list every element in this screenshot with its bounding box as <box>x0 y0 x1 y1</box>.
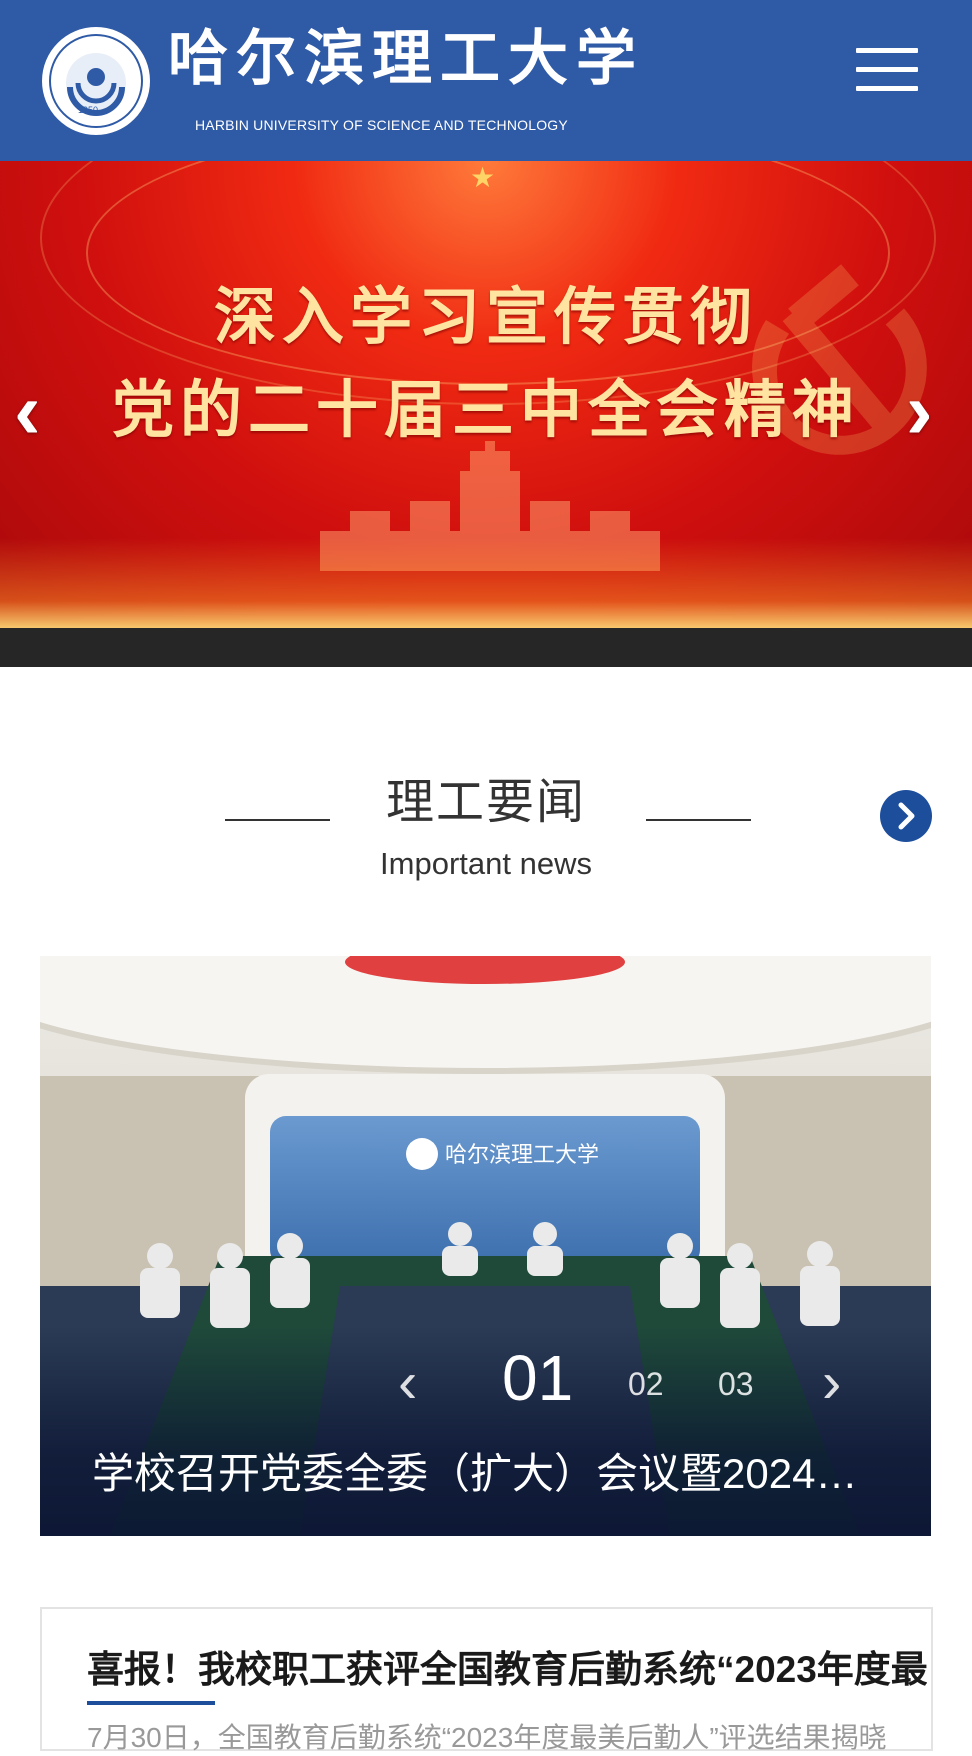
logo-subtitle: HARBIN UNIVERSITY OF SCIENCE AND TECHNOL… <box>195 117 568 133</box>
slide-page-01[interactable]: 01 <box>502 1341 573 1415</box>
section-subtitle: Important news <box>380 846 592 881</box>
banner-pagination-bar <box>0 628 972 667</box>
slide-next-button[interactable]: › <box>822 1354 841 1412</box>
news-slider[interactable]: 哈尔滨理工大学 ‹ 01 02 03 › 学校召开党委全委（扩大）会议暨2024… <box>40 956 931 1536</box>
logo-title[interactable]: 哈尔滨理工大学 <box>168 20 638 98</box>
university-emblem-icon[interactable]: 1950 <box>40 25 152 137</box>
banner-prev-button[interactable]: ‹ <box>14 371 41 451</box>
hero-banner[interactable]: ★ 深入学习宣传贯彻 党的二十届三中全会精神 ‹ › <box>0 161 972 628</box>
banner-next-button[interactable]: › <box>906 371 933 451</box>
slide-page-03[interactable]: 03 <box>718 1366 754 1403</box>
chevron-right-circle-icon <box>898 802 915 830</box>
title-divider-left <box>225 819 330 821</box>
backdrop-logo-text: 哈尔滨理工大学 <box>445 1143 599 1168</box>
slide-page-02[interactable]: 02 <box>628 1366 664 1403</box>
title-divider-right <box>646 819 751 821</box>
site-header: 1950 哈尔滨理工大学 HARBIN UNIVERSITY OF SCIENC… <box>0 0 972 161</box>
emblem-year: 1950 <box>78 105 98 115</box>
star-icon: ★ <box>470 162 496 193</box>
slide-caption[interactable]: 学校召开党委全委（扩大）会议暨2024年暑期工作会议 <box>92 1440 882 1501</box>
section-title: 理工要闻 <box>385 776 586 829</box>
title-underline <box>87 1701 215 1705</box>
menu-button[interactable] <box>852 46 920 96</box>
slide-prev-button[interactable]: ‹ <box>398 1354 417 1412</box>
more-news-button[interactable] <box>880 790 932 842</box>
news-card-summary: 7月30日，全国教育后勤系统“2023年度最美后勤人”评选结果揭晓 <box>87 1722 887 1753</box>
banner-headline-2: 党的二十届三中全会精神 <box>111 373 860 446</box>
news-card-title[interactable]: 喜报！我校职工获评全国教育后勤系统“2023年度最美后勤人” <box>87 1639 927 1693</box>
banner-headline-1: 深入学习宣传贯彻 <box>213 280 758 353</box>
news-card[interactable]: 喜报！我校职工获评全国教育后勤系统“2023年度最美后勤人” 7月30日，全国教… <box>40 1607 933 1753</box>
hamburger-menu-icon <box>856 48 918 53</box>
